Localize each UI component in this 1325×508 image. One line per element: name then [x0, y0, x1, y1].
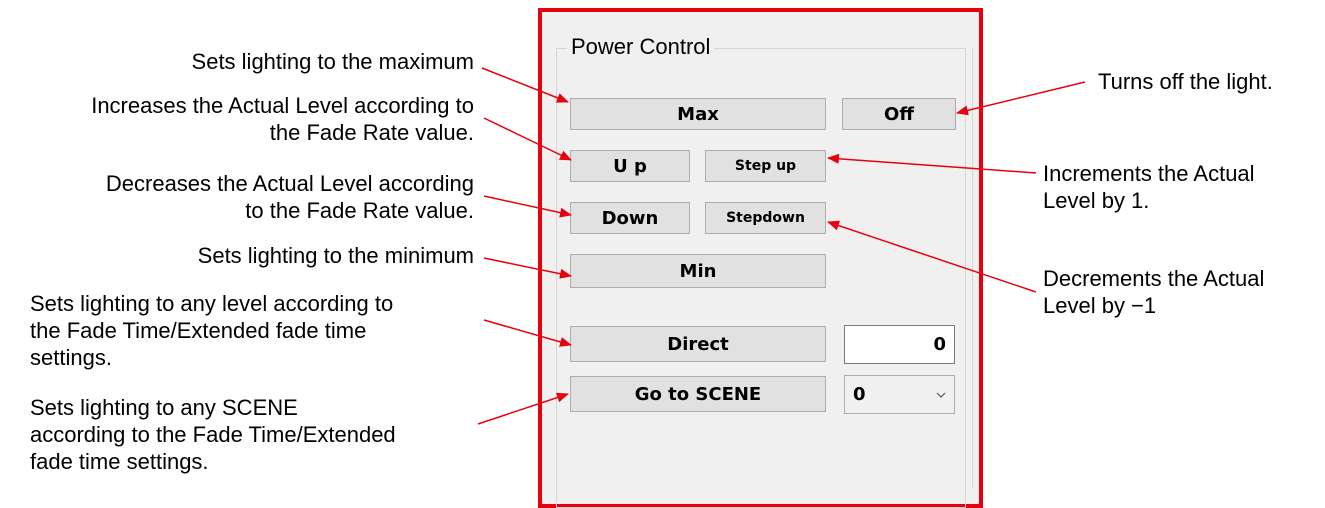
- annotation-up-line1: Increases the Actual Level according to: [91, 93, 474, 118]
- annotation-direct-line2: the Fade Time/Extended fade time: [30, 318, 367, 343]
- annotation-direct-line1: Sets lighting to any level according to: [30, 291, 394, 316]
- annotation-step-up-line2: Level by 1.: [1043, 188, 1150, 213]
- direct-level-input[interactable]: [844, 325, 955, 364]
- scene-select[interactable]: 0: [844, 375, 955, 414]
- annotation-min: Sets lighting to the minimum: [120, 242, 474, 269]
- annotation-direct: Sets lighting to any level according to …: [30, 290, 490, 371]
- annotation-scene-line2: according to the Fade Time/Extended: [30, 422, 396, 447]
- annotation-scene-line1: Sets lighting to any SCENE: [30, 395, 298, 420]
- off-button[interactable]: Off: [842, 98, 956, 130]
- annotation-step-up: Increments the Actual Level by 1.: [1043, 160, 1313, 214]
- annotation-max-line1: Sets lighting to the maximum: [191, 49, 474, 74]
- annotation-off: Turns off the light.: [1098, 68, 1318, 95]
- annotation-max: Sets lighting to the maximum: [130, 48, 474, 75]
- direct-button[interactable]: Direct: [570, 326, 826, 362]
- annotation-off-line1: Turns off the light.: [1098, 69, 1273, 94]
- chevron-down-icon: [936, 392, 946, 398]
- annotation-scene-line3: fade time settings.: [30, 449, 209, 474]
- step-down-button[interactable]: Stepdown: [705, 202, 826, 234]
- adjacent-group-border: [972, 48, 973, 488]
- group-title: Power Control: [567, 34, 715, 60]
- annotation-down-line2: to the Fade Rate value.: [245, 198, 474, 223]
- annotation-down: Decreases the Actual Level according to …: [20, 170, 474, 224]
- annotation-up-line2: the Fade Rate value.: [269, 120, 474, 145]
- annotation-step-down: Decrements the Actual Level by −1: [1043, 265, 1313, 319]
- step-up-button[interactable]: Step up: [705, 150, 826, 182]
- down-button[interactable]: Down: [570, 202, 690, 234]
- annotation-down-line1: Decreases the Actual Level according: [105, 171, 474, 196]
- up-button[interactable]: U p: [570, 150, 690, 182]
- go-to-scene-button[interactable]: Go to SCENE: [570, 376, 826, 412]
- scene-select-value: 0: [853, 384, 866, 405]
- annotation-step-up-line1: Increments the Actual: [1043, 161, 1255, 186]
- min-button[interactable]: Min: [570, 254, 826, 288]
- annotation-step-down-line1: Decrements the Actual: [1043, 266, 1265, 291]
- annotation-up: Increases the Actual Level according to …: [0, 92, 474, 146]
- max-button[interactable]: Max: [570, 98, 826, 130]
- annotation-step-down-line2: Level by −1: [1043, 293, 1157, 318]
- annotation-min-line1: Sets lighting to the minimum: [197, 243, 474, 268]
- annotation-scene: Sets lighting to any SCENE according to …: [30, 394, 490, 475]
- annotation-direct-line3: settings.: [30, 345, 112, 370]
